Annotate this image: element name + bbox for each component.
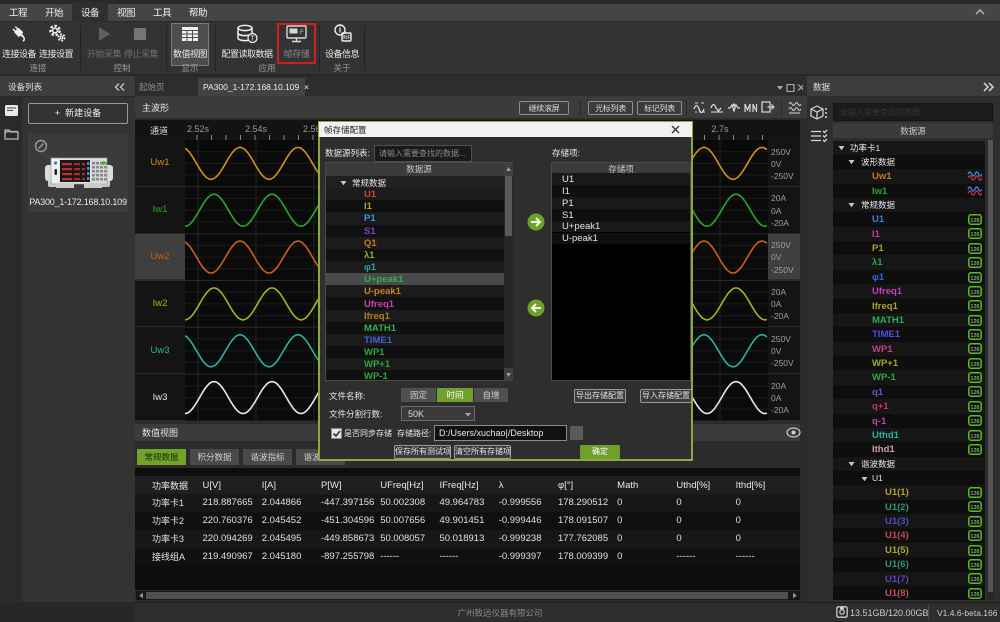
svg-text:126: 126 [970,247,979,253]
svg-text:126: 126 [970,592,979,598]
svg-text:126: 126 [970,419,979,425]
svg-text:INF: INF [342,35,350,41]
svg-text:126: 126 [970,218,979,224]
svg-text:126: 126 [970,563,979,569]
svg-text:126: 126 [970,549,979,555]
svg-text:F: F [300,30,304,36]
svg-text:126: 126 [970,434,979,440]
svg-text:126: 126 [970,390,979,396]
svg-text:126: 126 [970,534,979,540]
svg-text:126: 126 [970,577,979,583]
svg-text:126: 126 [970,376,979,382]
svg-text:126: 126 [970,347,979,353]
svg-text:126: 126 [970,333,979,339]
svg-text:126: 126 [970,319,979,325]
svg-text:126: 126 [970,261,979,267]
svg-text:126: 126 [970,448,979,454]
svg-text:126: 126 [970,520,979,526]
svg-text:i: i [339,26,341,35]
svg-text:126: 126 [970,276,979,282]
svg-text:126: 126 [970,491,979,497]
svg-text:126: 126 [970,304,979,310]
svg-text:126: 126 [970,405,979,411]
svg-text:126: 126 [970,232,979,238]
svg-text:126: 126 [970,362,979,368]
svg-text:126: 126 [970,505,979,511]
svg-text:126: 126 [970,290,979,296]
svg-text:T: T [250,36,255,43]
